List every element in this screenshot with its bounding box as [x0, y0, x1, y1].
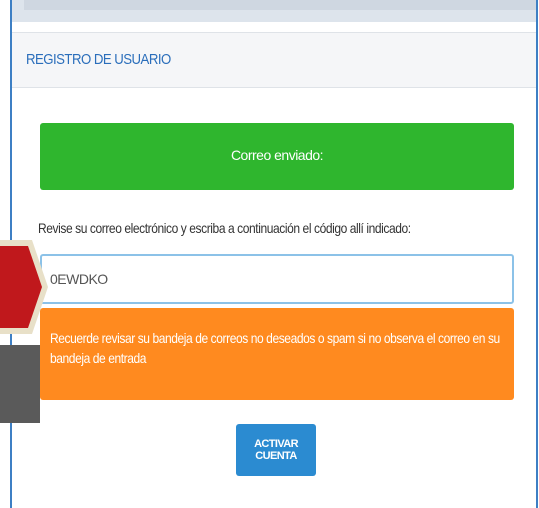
overlay-gray-block — [0, 345, 40, 423]
success-alert: Correo enviado: — [40, 123, 514, 190]
top-strip — [12, 0, 536, 22]
page-title: REGISTRO DE USUARIO — [26, 51, 171, 68]
warning-alert: Recuerde revisar su bandeja de correos n… — [40, 308, 514, 400]
activate-account-button[interactable]: ACTIVAR CUENTA — [236, 424, 316, 476]
instruction-text: Revise su correo electrónico y escriba a… — [38, 220, 411, 236]
red-arrow-icon — [0, 240, 48, 334]
verification-code-input[interactable] — [40, 254, 514, 304]
warning-alert-text: Recuerde revisar su bandeja de correos n… — [50, 330, 500, 366]
top-strip-inner — [24, 0, 536, 10]
success-alert-text: Correo enviado: — [230, 147, 324, 163]
panel-header: REGISTRO DE USUARIO — [12, 32, 536, 88]
